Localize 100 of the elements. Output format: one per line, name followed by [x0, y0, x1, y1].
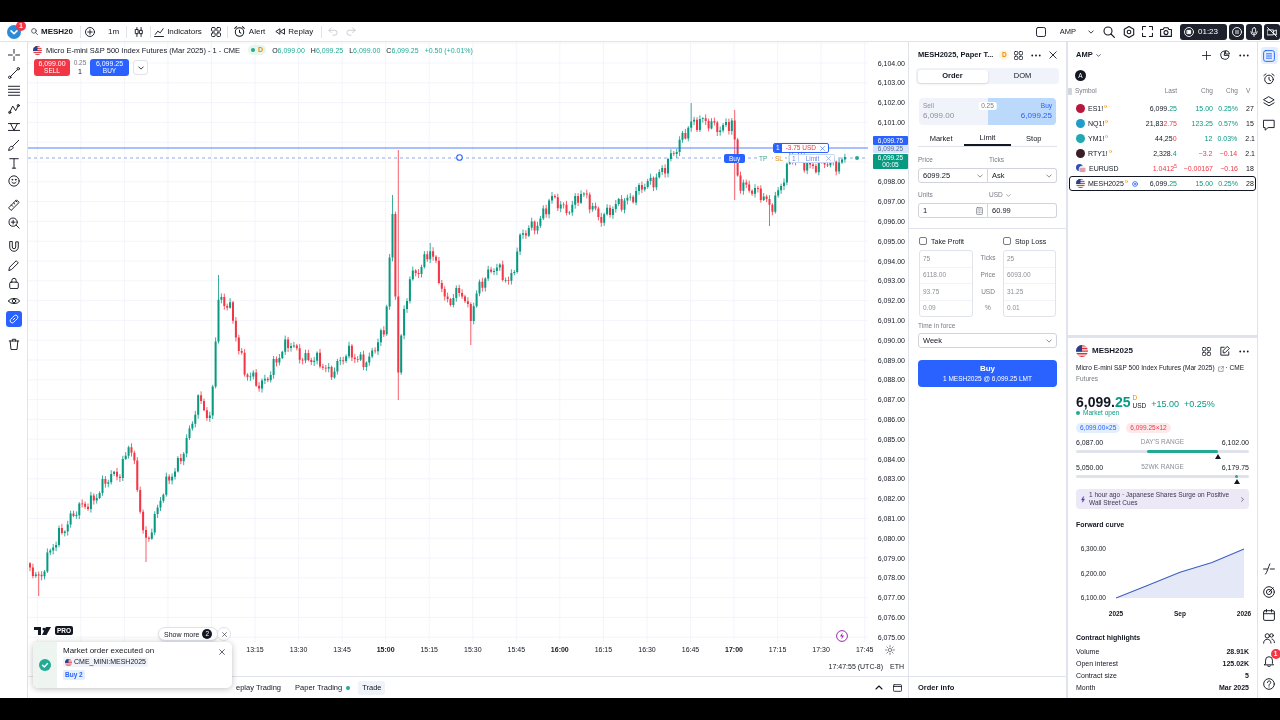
- tool-button[interactable]: [5, 215, 22, 231]
- horizontal-lines-icon: [7, 85, 20, 97]
- stop-icon: [1184, 26, 1194, 37]
- indicators-button[interactable]: Indicators: [154, 26, 202, 37]
- percent-change: +0.25%: [1184, 400, 1215, 409]
- magnet-icon: [7, 241, 20, 253]
- logo-icon: [34, 626, 54, 635]
- target-icon: [1263, 585, 1275, 598]
- fullscreen-icon[interactable]: [1142, 26, 1153, 37]
- us-flag-icon: [33, 45, 42, 55]
- chevron-down-icon: [137, 65, 144, 70]
- more-icon[interactable]: [1239, 53, 1249, 57]
- us-flag-icon: [1076, 345, 1088, 357]
- camera-button[interactable]: [1264, 23, 1280, 40]
- layout-grid-icon[interactable]: [1202, 346, 1211, 356]
- plus-icon[interactable]: [1202, 50, 1211, 60]
- text-icon: [7, 157, 20, 169]
- symbol-search-button[interactable]: MESH20: [31, 27, 73, 36]
- pause-button[interactable]: [1229, 23, 1244, 40]
- people-icon: [1263, 631, 1275, 644]
- more-icon[interactable]: [1239, 349, 1249, 353]
- eye-icon: [7, 295, 20, 307]
- toast-title: Market order executed on: [63, 646, 155, 656]
- tool-button[interactable]: [5, 173, 22, 189]
- calendar-icon: [1263, 608, 1275, 621]
- layout-grid-icon[interactable]: [1014, 50, 1024, 60]
- currency-pair-icon: [1076, 164, 1086, 173]
- order-line[interactable]: [28, 157, 868, 159]
- chat-icon: [1263, 118, 1275, 131]
- lightning-icon[interactable]: [836, 630, 848, 642]
- settings-icon[interactable]: [1123, 25, 1135, 38]
- alarm-clock-icon: [1263, 72, 1275, 85]
- checkbox[interactable]: [919, 237, 927, 245]
- trend-line-icon: [7, 67, 20, 79]
- more-icon[interactable]: [1031, 53, 1042, 57]
- chevron-up-icon[interactable]: [875, 685, 883, 690]
- us-flag-icon: [65, 658, 72, 666]
- indicators-icon: [154, 26, 165, 37]
- sidebar-button[interactable]: [1260, 675, 1278, 692]
- smiley-icon: [7, 175, 20, 187]
- recording-timer[interactable]: 01:23: [1180, 23, 1227, 40]
- camera-off-icon: [1267, 26, 1277, 37]
- rewind-icon: [275, 28, 286, 35]
- layout-grid-icon[interactable]: [210, 26, 221, 37]
- pause-icon: [1231, 26, 1242, 37]
- pencil-icon: [7, 259, 20, 271]
- replay-button[interactable]: Replay: [275, 27, 314, 36]
- last-price: 6,099.25: [1076, 395, 1131, 409]
- sidebar-button[interactable]: [1260, 606, 1278, 623]
- us-flag-icon: [1076, 179, 1085, 188]
- lightning-icon: [1081, 495, 1085, 503]
- tool-button[interactable]: [5, 197, 22, 213]
- ruler-icon: [7, 199, 20, 211]
- logo-icon[interactable]: [7, 24, 21, 39]
- square-icon[interactable]: [1035, 26, 1046, 37]
- caret-down-icon: [1095, 53, 1101, 57]
- tool-button[interactable]: [5, 137, 22, 153]
- plus-circle-icon[interactable]: [85, 26, 95, 37]
- alarm-clock-icon: [233, 26, 245, 37]
- trash-icon: [7, 338, 20, 350]
- sidebar-button[interactable]: [1260, 583, 1278, 600]
- microphone-icon: [1250, 26, 1258, 37]
- brush-icon: [7, 139, 20, 151]
- symbol-title[interactable]: MESH2025: [1092, 347, 1133, 355]
- tool-button[interactable]: [5, 83, 22, 99]
- tool-button[interactable]: [5, 257, 22, 273]
- dot-icon: [855, 156, 859, 160]
- caret-down-icon: [1088, 29, 1094, 34]
- close-icon[interactable]: [1049, 51, 1057, 59]
- range-segment: [1235, 475, 1239, 478]
- chevron-down-icon: [1046, 338, 1052, 343]
- search-icon: [31, 28, 38, 35]
- sidebar-button[interactable]: [1260, 70, 1278, 87]
- close-icon[interactable]: [219, 649, 225, 655]
- window-icon[interactable]: [893, 683, 902, 692]
- help-icon: [1263, 677, 1275, 690]
- dismiss-all-button[interactable]: [217, 627, 231, 641]
- search-icon[interactable]: [1103, 25, 1115, 38]
- circle-marker-icon[interactable]: [456, 154, 463, 161]
- edit-icon[interactable]: [1220, 346, 1230, 356]
- alert-button[interactable]: Alert: [233, 26, 266, 37]
- list-icon: [1263, 49, 1275, 62]
- link-icon: [7, 313, 20, 325]
- chevron-right-icon: [1241, 496, 1244, 502]
- chevron-down-icon: [977, 173, 983, 178]
- microphone-button[interactable]: [1246, 23, 1262, 40]
- pattern-icon: [7, 121, 20, 133]
- tool-button[interactable]: [5, 65, 22, 81]
- crosshair-icon: [7, 49, 20, 61]
- curve-icon: [1263, 562, 1275, 575]
- camera-icon[interactable]: [1160, 26, 1172, 37]
- calculator-icon: [976, 206, 983, 215]
- zigzag-icon: [7, 103, 20, 115]
- interval-button[interactable]: 1m: [108, 27, 120, 36]
- chevron-down-icon: [1046, 173, 1052, 178]
- pie-chart-icon[interactable]: [1220, 50, 1230, 60]
- checkbox[interactable]: [1003, 237, 1011, 245]
- tool-button[interactable]: [5, 101, 22, 117]
- candles-icon[interactable]: [134, 26, 145, 37]
- check-circle-icon: [39, 659, 51, 671]
